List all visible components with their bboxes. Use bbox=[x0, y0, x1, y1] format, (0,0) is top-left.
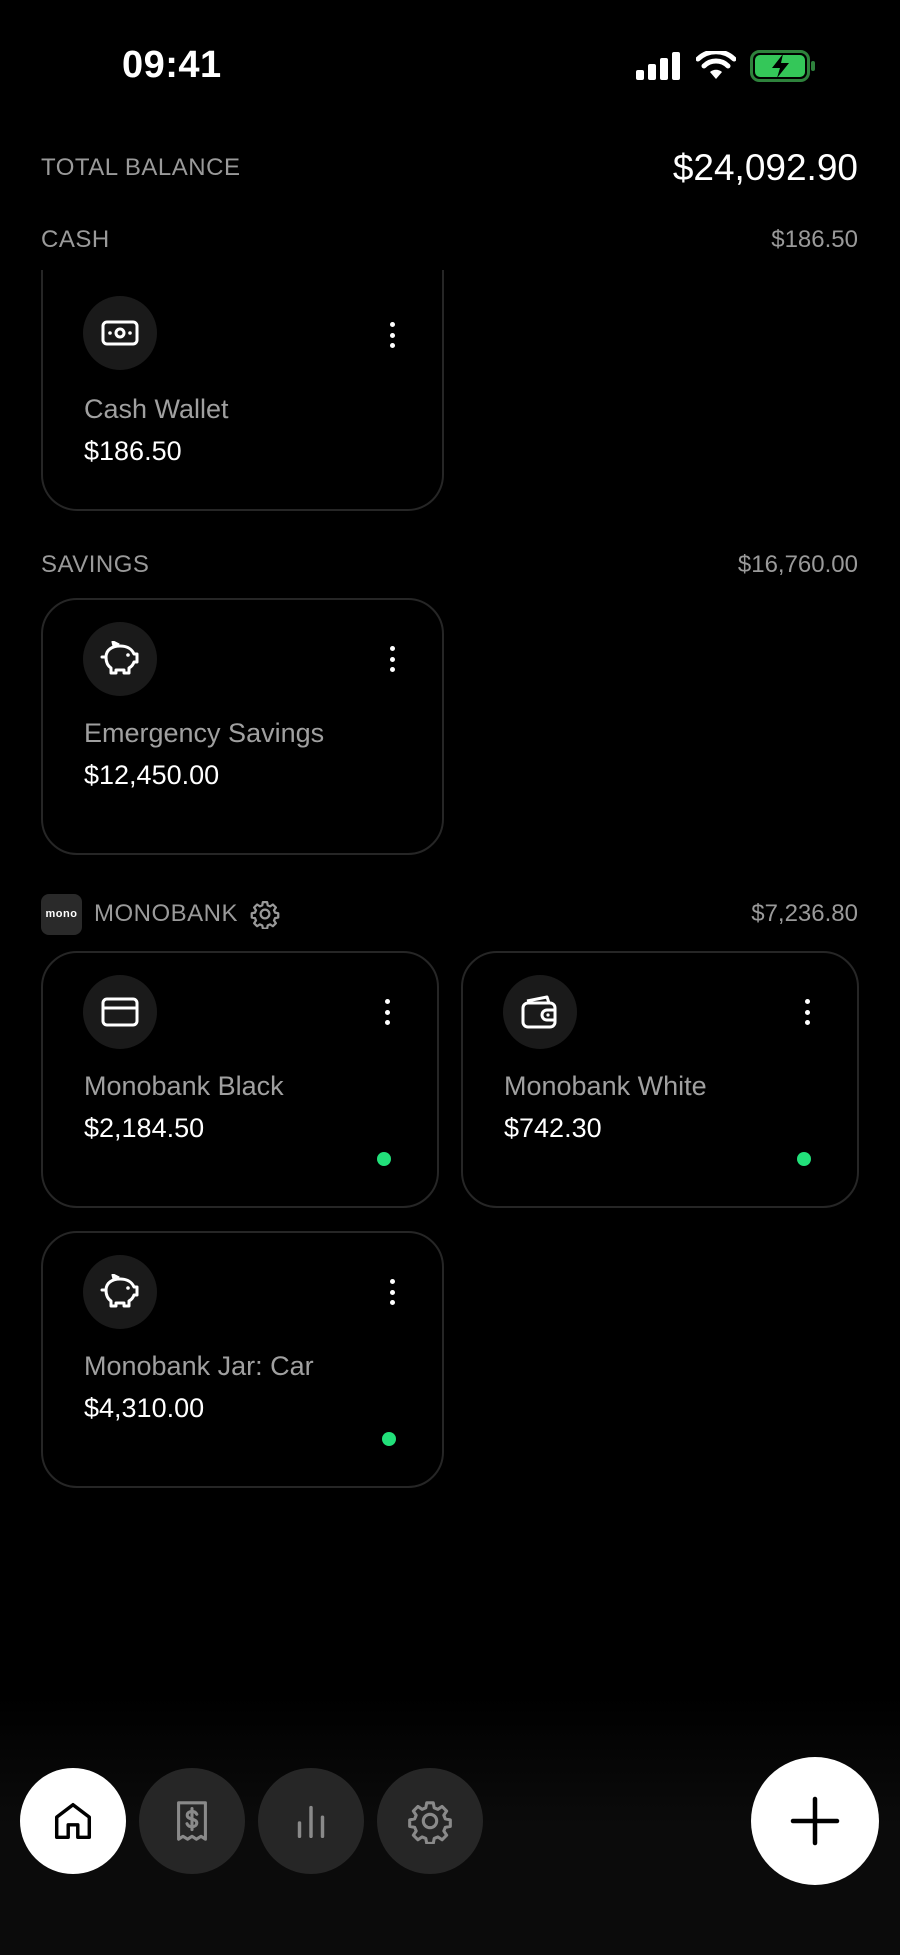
battery-charging-icon bbox=[750, 50, 816, 87]
section-total-savings: $16,760.00 bbox=[737, 551, 858, 578]
more-options-icon[interactable] bbox=[382, 318, 402, 352]
section-total-monobank: $7,236.80 bbox=[751, 900, 858, 927]
section-title-monobank: MONOBANK bbox=[94, 900, 239, 927]
nav-settings-button[interactable] bbox=[377, 1768, 483, 1874]
add-button[interactable] bbox=[751, 1757, 879, 1885]
account-card-monobank-jar-car[interactable]: Monobank Jar: Car $4,310.00 bbox=[41, 1231, 444, 1488]
account-amount: $4,310.00 bbox=[84, 1393, 205, 1423]
account-name: Monobank Black bbox=[84, 1071, 284, 1101]
account-card-monobank-black[interactable]: Monobank Black $2,184.50 bbox=[41, 951, 439, 1208]
nav-statistics-button[interactable] bbox=[258, 1768, 364, 1874]
bottom-nav bbox=[20, 1768, 483, 1874]
section-title-monobank-wrap: mono MONOBANK bbox=[41, 893, 280, 935]
nav-transactions-button[interactable] bbox=[139, 1768, 245, 1874]
account-name: Cash Wallet bbox=[84, 394, 229, 424]
piggy-bank-icon bbox=[83, 622, 157, 696]
more-options-icon[interactable] bbox=[382, 1275, 402, 1309]
section-total-cash: $186.50 bbox=[771, 226, 858, 253]
section-title-cash: CASH bbox=[41, 226, 110, 253]
status-icons bbox=[636, 49, 816, 87]
section-header-savings: SAVINGS $16,760.00 bbox=[41, 545, 858, 585]
account-amount: $742.30 bbox=[504, 1113, 602, 1143]
wifi-icon bbox=[695, 49, 737, 86]
total-balance-row: TOTAL BALANCE $24,092.90 bbox=[41, 140, 858, 196]
total-balance-value: $24,092.90 bbox=[672, 147, 858, 188]
cellular-signal-icon bbox=[636, 52, 682, 85]
account-amount: $2,184.50 bbox=[84, 1113, 205, 1143]
account-card-emergency-savings[interactable]: Emergency Savings $12,450.00 bbox=[41, 598, 444, 855]
bar-chart-icon bbox=[288, 1798, 334, 1844]
monobank-logo: mono bbox=[41, 893, 82, 935]
section-header-monobank: mono MONOBANK $7,236.80 bbox=[41, 893, 858, 935]
nav-home-button[interactable] bbox=[20, 1768, 126, 1874]
gear-icon bbox=[407, 1798, 453, 1844]
more-options-icon[interactable] bbox=[382, 642, 402, 676]
account-card-monobank-white[interactable]: Monobank White $742.30 bbox=[461, 951, 859, 1208]
section-title-savings: SAVINGS bbox=[41, 551, 150, 578]
sync-status-dot bbox=[377, 1152, 391, 1166]
account-name: Monobank White bbox=[504, 1071, 707, 1101]
account-card-cash-wallet[interactable]: Cash Wallet $186.50 bbox=[41, 270, 444, 511]
account-name: Emergency Savings bbox=[84, 718, 325, 748]
wallet-icon bbox=[503, 975, 577, 1049]
account-amount: $12,450.00 bbox=[84, 760, 220, 790]
sync-status-dot bbox=[382, 1432, 396, 1446]
total-balance-label: TOTAL BALANCE bbox=[41, 154, 241, 181]
section-header-cash: CASH $186.50 bbox=[41, 220, 858, 260]
sync-status-dot bbox=[797, 1152, 811, 1166]
account-name: Monobank Jar: Car bbox=[84, 1351, 314, 1381]
piggy-bank-icon bbox=[83, 1255, 157, 1329]
cash-icon bbox=[83, 296, 157, 370]
gear-icon[interactable] bbox=[250, 899, 280, 929]
more-options-icon[interactable] bbox=[377, 995, 397, 1029]
receipt-icon bbox=[169, 1798, 215, 1844]
status-bar: 09:41 bbox=[0, 0, 900, 130]
plus-icon bbox=[789, 1795, 841, 1847]
home-icon bbox=[50, 1798, 96, 1844]
account-amount: $186.50 bbox=[84, 436, 182, 466]
credit-card-icon bbox=[83, 975, 157, 1049]
more-options-icon[interactable] bbox=[797, 995, 817, 1029]
status-time: 09:41 bbox=[122, 44, 222, 86]
